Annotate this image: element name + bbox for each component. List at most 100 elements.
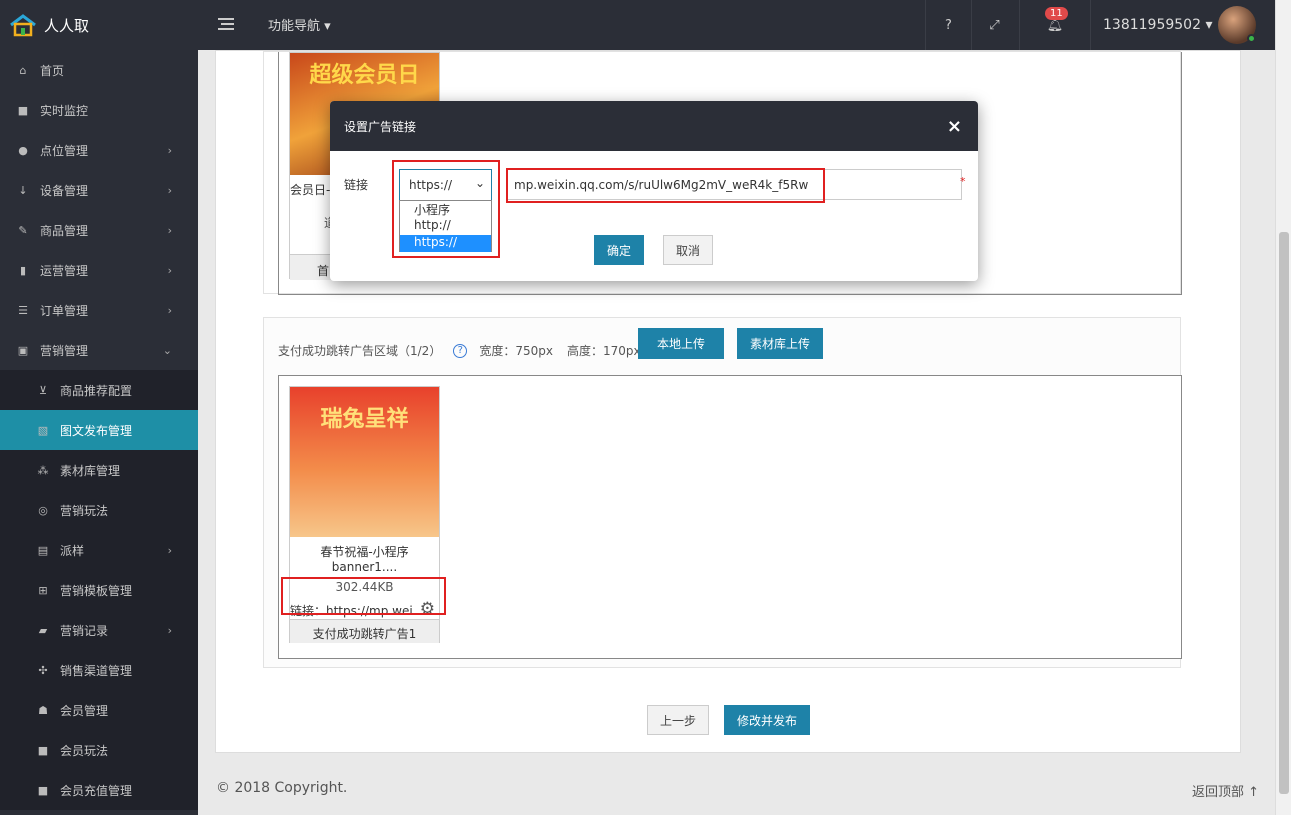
- sidebar-subitem-records[interactable]: ▰ 营销记录 ›: [0, 610, 198, 650]
- sidebar-subitem-material[interactable]: ⁂ 素材库管理: [0, 450, 198, 490]
- sidebar-item-label: 素材库管理: [60, 463, 121, 478]
- question-icon[interactable]: ?: [453, 343, 468, 358]
- payment-thumbnail-image[interactable]: 瑞兔呈祥: [290, 387, 439, 537]
- image-icon: ▧: [37, 423, 49, 437]
- square-icon: ■: [37, 783, 49, 797]
- close-icon[interactable]: ×: [947, 116, 962, 137]
- scrollbar-thumb[interactable]: [1279, 232, 1289, 794]
- square-icon: ■: [37, 743, 49, 757]
- gamepad-icon: ◎: [38, 503, 48, 517]
- gift-icon: ▤: [37, 543, 49, 557]
- sidebar-item-label: 营销模板管理: [60, 583, 133, 598]
- sidebar-item-label: 会员玩法: [60, 743, 109, 758]
- dialog-title: 设置广告链接: [344, 119, 417, 134]
- sidebar-item-label: 商品管理: [40, 223, 89, 238]
- sidebar: ⌂ 首页 ■ 实时监控 ● 点位管理 › ↓ 设备管理 › ✎ 商品管理 › ▮ 运营管理 › ☰ 订…: [0, 50, 198, 815]
- function-nav-dropdown[interactable]: 功能导航 ▾: [268, 15, 331, 34]
- sidebar-item-label: 实时监控: [40, 103, 89, 118]
- confirm-button[interactable]: 确定: [594, 235, 644, 265]
- sidebar-item-label: 订单管理: [40, 303, 89, 318]
- local-upload-button[interactable]: 本地上传: [638, 328, 724, 359]
- height-spec: 高度：170px: [566, 344, 641, 358]
- sidebar-item-location[interactable]: ● 点位管理 ›: [0, 130, 198, 170]
- sidebar-subitem-member-play[interactable]: ■ 会员玩法: [0, 730, 198, 770]
- image-file-name: 春节祝福-小程序banner1....: [320, 545, 409, 574]
- table-icon: ⊞: [38, 583, 48, 597]
- sidebar-subitem-recommend[interactable]: ⊻ 商品推荐配置: [0, 370, 198, 410]
- chevron-right-icon: ›: [167, 223, 172, 237]
- payment-ad-panel: 支付成功跳转广告区域（1/2） ? 宽度：750px 高度：170px 本地上传…: [263, 317, 1182, 668]
- top-bar: 人人取 功能导航 ▾ ? ⤢ 🔔︎ 11 13811959502 ▾: [0, 0, 1275, 50]
- payment-image-box: 瑞兔呈祥 春节祝福-小程序banner1.... 302.44KB 链接：htt…: [278, 375, 1182, 659]
- link-label: 链接: [344, 178, 369, 192]
- sort-icon: ↓: [18, 183, 28, 197]
- section-title: 支付成功跳转广告区域（1/2）: [278, 344, 442, 358]
- dialog-header: 设置广告链接 ×: [330, 101, 978, 151]
- chevron-down-icon: ⌄: [162, 343, 172, 357]
- sidebar-item-orders[interactable]: ☰ 订单管理 ›: [0, 290, 198, 330]
- highlight-box-url: [506, 168, 825, 203]
- cart-icon: ⊻: [38, 383, 48, 397]
- sidebar-item-label: 设备管理: [40, 183, 89, 198]
- sidebar-subitem-channel[interactable]: ✣ 销售渠道管理: [0, 650, 198, 690]
- back-to-top-link[interactable]: 返回顶部 ↑: [1192, 781, 1259, 800]
- list-icon: ☰: [18, 303, 28, 317]
- online-status-dot: [1247, 34, 1256, 43]
- chevron-right-icon: ›: [167, 183, 172, 197]
- chevron-right-icon: ›: [167, 543, 172, 557]
- help-icon: ?: [945, 17, 952, 33]
- users-icon: ☗: [38, 703, 48, 717]
- sidebar-item-monitor[interactable]: ■ 实时监控: [0, 90, 198, 130]
- required-mark: *: [960, 175, 966, 188]
- book-icon: ▰: [38, 623, 48, 637]
- prev-step-button[interactable]: 上一步: [647, 705, 709, 735]
- cancel-button[interactable]: 取消: [663, 235, 713, 265]
- sidebar-item-label: 营销记录: [60, 623, 109, 638]
- sidebar-subitem-play[interactable]: ◎ 营销玩法: [0, 490, 198, 530]
- sidebar-item-label: 销售渠道管理: [60, 663, 133, 678]
- sidebar-item-label: 派样: [60, 543, 85, 558]
- publish-button[interactable]: 修改并发布: [724, 705, 810, 735]
- user-menu[interactable]: 13811959502 ▾: [1090, 0, 1212, 50]
- logo-house-icon: [10, 14, 36, 37]
- sidebar-item-goods[interactable]: ✎ 商品管理 ›: [0, 210, 198, 250]
- sidebar-item-marketing[interactable]: ▣ 营销管理 ⌄: [0, 330, 198, 370]
- highlight-box-link: [281, 577, 446, 615]
- caret-down-icon: ▾: [1205, 17, 1213, 33]
- sidebar-item-label: 商品推荐配置: [60, 383, 133, 398]
- user-phone: 13811959502: [1103, 17, 1201, 33]
- library-upload-button[interactable]: 素材库上传: [737, 328, 823, 359]
- caret-down-icon: ▾: [324, 19, 331, 34]
- help-button[interactable]: ?: [925, 0, 971, 50]
- menu-toggle-icon[interactable]: [218, 16, 236, 32]
- width-spec: 宽度：750px: [479, 344, 553, 358]
- cubes-icon: ⁂: [37, 463, 49, 477]
- sidebar-item-label: 首页: [40, 63, 65, 78]
- share-icon: ✣: [38, 663, 48, 677]
- sidebar-subitem-sample[interactable]: ▤ 派样 ›: [0, 530, 198, 570]
- app-name: 人人取: [44, 16, 90, 35]
- bookmark-icon: ▮: [19, 263, 27, 277]
- ad-slot-label: 支付成功跳转广告1: [290, 619, 439, 643]
- fullscreen-button[interactable]: ⤢: [971, 0, 1017, 50]
- back-to-top-label: 返回顶部: [1192, 785, 1245, 800]
- sidebar-subitem-recharge[interactable]: ■ 会员充值管理: [0, 770, 198, 810]
- function-nav-label: 功能导航: [268, 19, 321, 34]
- sidebar-subitem-template[interactable]: ⊞ 营销模板管理: [0, 570, 198, 610]
- sidebar-subitem-member[interactable]: ☗ 会员管理: [0, 690, 198, 730]
- gift-icon: ▣: [17, 343, 29, 357]
- sidebar-item-home[interactable]: ⌂ 首页: [0, 50, 198, 90]
- sidebar-subitem-article[interactable]: ▧ 图文发布管理: [0, 410, 198, 450]
- sidebar-item-device[interactable]: ↓ 设备管理 ›: [0, 170, 198, 210]
- edit-icon: ✎: [18, 223, 28, 237]
- highlight-box-protocol: [392, 160, 500, 258]
- notification-badge: 11: [1045, 7, 1068, 20]
- sidebar-item-label: 图文发布管理: [60, 423, 133, 438]
- sidebar-item-operation[interactable]: ▮ 运营管理 ›: [0, 250, 198, 290]
- scrollbar[interactable]: [1275, 0, 1291, 815]
- thumbnail-art-text: 超级会员日: [309, 63, 420, 88]
- app-logo[interactable]: 人人取: [8, 10, 198, 40]
- sidebar-item-label: 运营管理: [40, 263, 89, 278]
- sidebar-item-label: 点位管理: [40, 143, 89, 158]
- sidebar-item-label: 营销玩法: [60, 503, 109, 518]
